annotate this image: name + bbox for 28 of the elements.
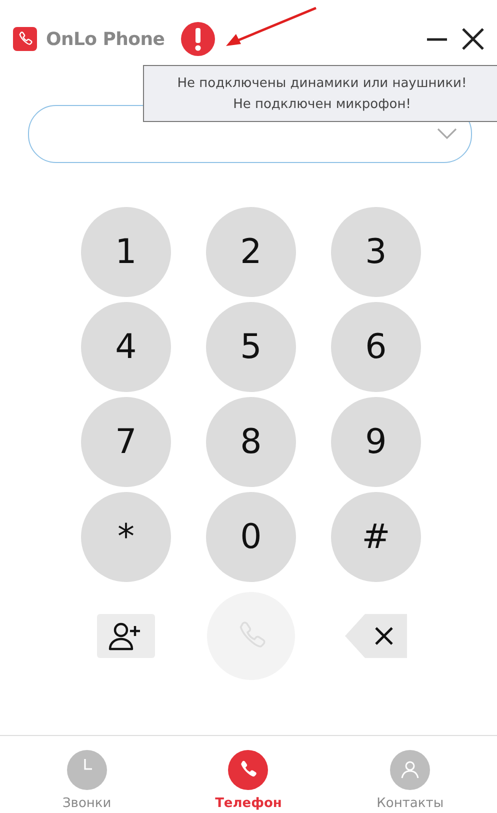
nav-tab[interactable]: Контакты: [355, 750, 466, 811]
person-icon: [390, 750, 430, 790]
dial-key[interactable]: #: [331, 492, 421, 582]
dial-key[interactable]: 7: [81, 397, 171, 487]
app-logo-icon: [13, 27, 37, 51]
dial-key[interactable]: 8: [206, 397, 296, 487]
add-contact-button[interactable]: [97, 614, 155, 658]
nav-tab[interactable]: Звонки: [32, 750, 142, 811]
warning-icon[interactable]: [180, 22, 215, 56]
nav-tab[interactable]: Телефон: [193, 750, 304, 811]
window-title: OnLo Phone: [46, 28, 165, 50]
dial-key[interactable]: 0: [206, 492, 296, 582]
tooltip-text: Не подключены динамики или наушники!: [176, 75, 468, 93]
backspace-button[interactable]: [345, 614, 407, 658]
minus-icon: [427, 38, 447, 40]
dial-key[interactable]: 9: [331, 397, 421, 487]
dial-key[interactable]: *: [81, 492, 171, 582]
clock-icon: [66, 750, 107, 790]
dial-key[interactable]: 1: [81, 207, 171, 297]
close-icon: [461, 27, 485, 51]
dial-key[interactable]: 6: [331, 302, 421, 392]
close-button[interactable]: [461, 27, 485, 51]
dial-key[interactable]: 5: [206, 302, 296, 392]
phone-icon: [228, 750, 268, 790]
dial-key[interactable]: 2: [206, 207, 296, 297]
dial-key[interactable]: 3: [331, 207, 421, 297]
tooltip-text: Не подключен микрофон!: [232, 96, 412, 114]
dial-key[interactable]: 4: [81, 302, 171, 392]
